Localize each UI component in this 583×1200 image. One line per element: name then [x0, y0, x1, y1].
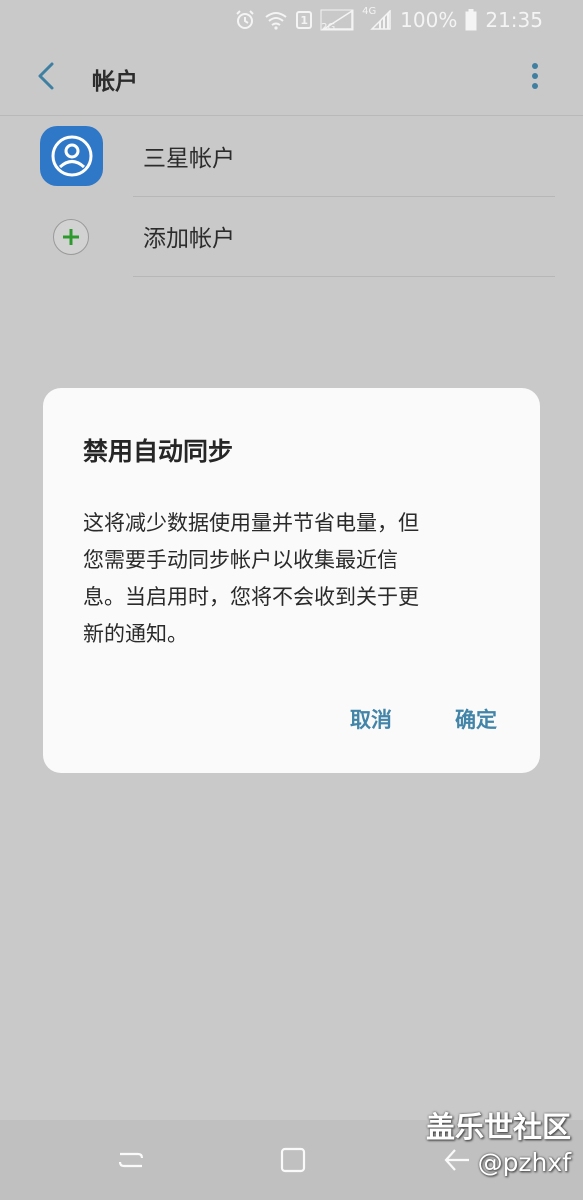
network-4g-label: 4G [362, 6, 377, 17]
divider [133, 276, 555, 277]
back-icon [442, 1145, 472, 1179]
nav-back-button[interactable] [437, 1142, 477, 1182]
home-button[interactable] [273, 1142, 313, 1182]
list-item-add-account[interactable]: 添加帐户 [0, 197, 583, 277]
dialog-message-line: 这将减少数据使用量并节省电量，但 [83, 511, 419, 535]
watermark-title: 盖乐世社区 [425, 1110, 571, 1144]
recents-icon [116, 1145, 146, 1179]
person-circle-icon [40, 126, 103, 186]
network-2g-label: 2G [321, 22, 336, 33]
home-icon [278, 1145, 308, 1179]
disable-sync-dialog: 禁用自动同步 这将减少数据使用量并节省电量，但 您需要手动同步帐户以收集最近信 … [43, 388, 540, 773]
plus-icon [53, 219, 89, 255]
alarm-icon [234, 9, 256, 31]
samsung-account-label: 三星帐户 [143, 146, 235, 172]
app-bar: 帐户 [0, 40, 583, 116]
sim-badge: 1 [296, 11, 313, 29]
dialog-message: 这将减少数据使用量并节省电量，但 您需要手动同步帐户以收集最近信 息。当启用时，… [83, 505, 513, 653]
more-vert-icon [531, 62, 539, 94]
signal-2g-icon: 2G [320, 9, 354, 33]
ok-button[interactable]: 确定 [455, 704, 497, 734]
watermark-handle: @pzhxf [477, 1148, 571, 1177]
battery-percent: 100% [400, 8, 458, 32]
battery-icon [465, 9, 477, 31]
add-account-label: 添加帐户 [143, 226, 235, 252]
back-button[interactable] [28, 58, 64, 98]
dialog-message-line: 新的通知。 [83, 622, 188, 646]
status-bar: 1 2G 4G 100% 21:35 [0, 0, 583, 40]
cancel-button[interactable]: 取消 [350, 704, 392, 734]
dialog-title: 禁用自动同步 [83, 437, 234, 466]
recents-button[interactable] [111, 1142, 151, 1182]
signal-4g-icon: 4G [362, 6, 392, 30]
clock-time: 21:35 [485, 8, 543, 32]
page-title: 帐户 [92, 69, 138, 95]
chevron-left-icon [36, 61, 56, 95]
more-options-button[interactable] [523, 60, 547, 96]
wifi-icon [264, 10, 288, 30]
list-item-samsung-account[interactable]: 三星帐户 [0, 117, 583, 197]
dialog-message-line: 您需要手动同步帐户以收集最近信 [83, 548, 398, 572]
dialog-message-line: 息。当启用时，您将不会收到关于更 [83, 585, 419, 609]
